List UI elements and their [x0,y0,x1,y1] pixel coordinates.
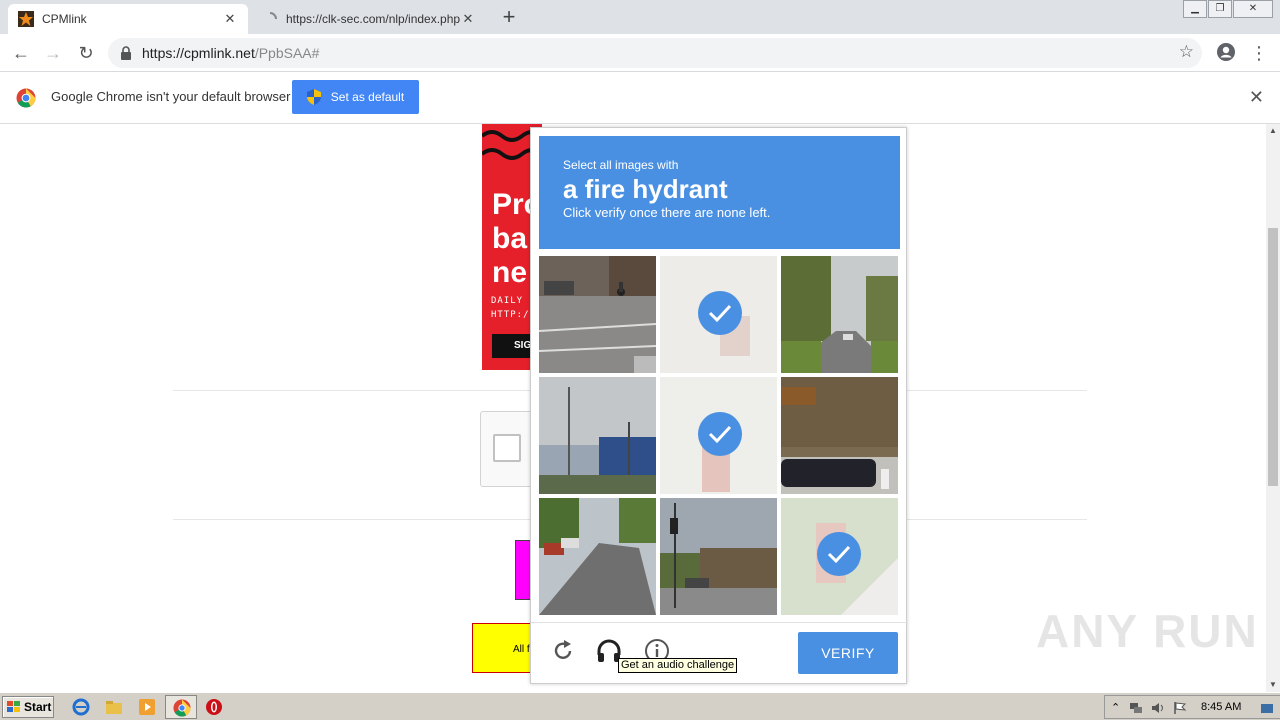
new-tab-button[interactable]: + [498,6,520,29]
challenge-footer: VERIFY [531,622,908,684]
image-tile[interactable] [539,256,656,373]
image-tile[interactable] [539,377,656,494]
start-label: Start [24,700,52,714]
ad-headline-line: ba [492,222,528,255]
scroll-up-arrow-icon[interactable]: ▲ [1266,124,1280,138]
opera-icon[interactable] [205,698,223,716]
forward-arrow-icon[interactable]: → [40,40,66,66]
browser-toolbar: ← → ↻ https://cpmlink.net/PpbSAA# ☆ ⋮ [0,34,1280,72]
image-grid [539,256,900,617]
set-as-default-label: Set as default [330,90,405,104]
action-center-flag-icon[interactable] [1173,701,1187,715]
show-desktop-icon[interactable] [1260,701,1274,715]
url-host: https://cpmlink.net [142,45,255,61]
tab-cpmlink[interactable]: CPMlink ✕ [8,4,248,34]
bookmark-star-icon[interactable]: ☆ [1179,42,1194,62]
restore-button[interactable]: ❐ [1208,0,1232,18]
ad-headline-line: ne [492,256,528,289]
start-button[interactable]: Start [2,696,54,718]
audio-challenge-tooltip: Get an audio challenge [618,658,738,673]
internet-explorer-icon[interactable] [72,698,90,716]
tab-title: https://clk-sec.com/nlp/index.php?a [286,12,460,26]
taskbar-clock: 8:45 AM [1201,701,1242,713]
system-tray: ⌃ 8:45 AM [1104,695,1280,719]
windows-logo-icon [7,701,20,712]
media-player-icon[interactable] [138,698,156,716]
tab-clk-sec[interactable]: https://clk-sec.com/nlp/index.php?a ✕ [252,4,486,34]
tab-close-icon[interactable]: ✕ [222,11,238,27]
scroll-down-arrow-icon[interactable]: ▼ [1266,678,1280,692]
address-bar[interactable]: https://cpmlink.net/PpbSAA# ☆ [108,38,1202,68]
url-path: /PpbSAA# [254,45,320,61]
image-tile[interactable] [781,377,898,494]
scrollbar-thumb[interactable] [1268,228,1278,486]
reload-icon[interactable]: ↻ [73,40,99,66]
default-browser-infobar: Google Chrome isn't your default browser… [0,72,1280,124]
verify-button[interactable]: VERIFY [798,632,898,674]
tab-title: CPMlink [42,12,87,26]
selected-check-icon [698,412,742,456]
challenge-hint: Click verify once there are none left. [563,205,771,220]
taskbar-chrome-button[interactable] [165,695,197,719]
uac-shield-icon [306,89,321,105]
image-tile-selected[interactable] [660,256,777,373]
minimize-button[interactable]: ▁ [1183,0,1207,18]
yellow-ad-text: All f [513,644,530,655]
reload-challenge-icon[interactable] [549,637,577,665]
window-close-button[interactable]: ✕ [1233,0,1273,18]
lock-icon [121,46,131,60]
image-tile[interactable] [660,498,777,615]
challenge-instruction: Select all images with [563,158,679,172]
menu-kebab-icon[interactable]: ⋮ [1248,42,1270,64]
cpmlink-favicon-icon [18,11,34,27]
challenge-header: Select all images with a fire hydrant Cl… [539,136,900,249]
file-explorer-icon[interactable] [105,698,123,716]
profile-icon[interactable] [1215,42,1237,64]
volume-icon[interactable] [1151,701,1165,715]
image-tile[interactable] [781,256,898,373]
selected-check-icon [817,532,861,576]
network-icon[interactable] [1129,701,1143,715]
selected-check-icon [698,291,742,335]
infobar-message: Google Chrome isn't your default browser [51,89,291,104]
set-as-default-button[interactable]: Set as default [292,80,419,114]
page-scrollbar[interactable]: ▲ ▼ [1266,124,1280,692]
challenge-target: a fire hydrant [563,174,728,204]
loading-spinner-icon [269,12,277,20]
ad-small-text: HTTP:/ [491,310,530,320]
anyrun-watermark: ANY RUN [1036,605,1259,657]
recaptcha-checkbox[interactable] [493,434,521,462]
chrome-taskbar-icon [173,699,191,717]
chrome-logo-icon [16,88,36,108]
infobar-close-icon[interactable]: ✕ [1249,87,1264,108]
tab-close-icon[interactable]: ✕ [460,11,476,27]
image-tile-selected[interactable] [781,498,898,615]
image-tile-selected[interactable] [660,377,777,494]
back-arrow-icon[interactable]: ← [8,40,34,66]
tab-strip: CPMlink ✕ https://clk-sec.com/nlp/index.… [0,0,1280,34]
tray-expand-icon[interactable]: ⌃ [1111,701,1125,715]
image-tile[interactable] [539,498,656,615]
image-challenge-popup: Select all images with a fire hydrant Cl… [530,127,908,684]
windows-taskbar: Start ⌃ 8:45 AM [0,692,1280,720]
